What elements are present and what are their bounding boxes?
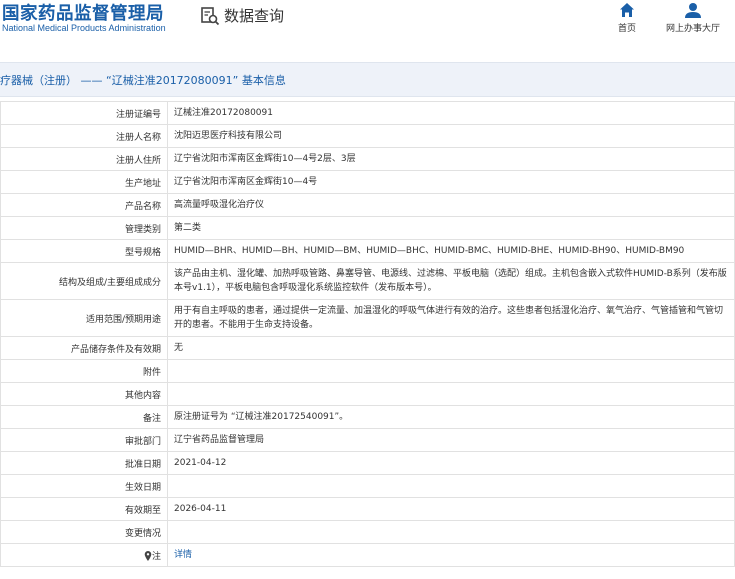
- table-row: 生产地址 辽宁省沈阳市浑南区金辉街10—4号: [0, 170, 735, 194]
- field-label: 变更情况: [0, 520, 168, 544]
- field-value: 辽宁省药品监督管理局: [167, 428, 735, 452]
- field-value: 无: [167, 336, 735, 360]
- logo-title-en[interactable]: National Medical Products Administration: [2, 23, 166, 33]
- field-value: [167, 520, 735, 544]
- field-label: 附件: [0, 359, 168, 383]
- field-label: 结构及组成/主要组成成分: [0, 262, 168, 300]
- field-value: 第二类: [167, 216, 735, 240]
- field-label: 生效日期: [0, 474, 168, 498]
- data-query-heading: 数据查询: [200, 5, 284, 26]
- field-value: [167, 382, 735, 406]
- table-row: 批准日期 2021-04-12: [0, 451, 735, 475]
- table-row: 管理类别 第二类: [0, 216, 735, 240]
- nav-online-office-label: 网上办事大厅: [665, 24, 720, 34]
- table-row: 注 详情: [0, 543, 735, 567]
- field-value: 2026-04-11: [167, 497, 735, 521]
- nav-home[interactable]: 首页: [612, 2, 642, 34]
- field-label: 注册证编号: [0, 101, 168, 125]
- registration-info-table: 注册证编号 辽械注准20172080091 注册人名称 沈阳迈思医疗科技有限公司 注册人…: [0, 101, 735, 567]
- table-row: 其他内容: [0, 382, 735, 406]
- field-value: 辽械注准20172080091: [167, 101, 735, 125]
- field-label: 适用范围/预期用途: [0, 299, 168, 337]
- section-title-bar: 疗器械（注册） —— “辽械注准20172080091” 基本信息: [0, 62, 735, 97]
- table-row: 注册人名称 沈阳迈思医疗科技有限公司: [0, 124, 735, 148]
- field-label: 产品名称: [0, 193, 168, 217]
- field-label: 其他内容: [0, 382, 168, 406]
- field-label: 产品储存条件及有效期: [0, 336, 168, 360]
- data-query-title: 数据查询: [224, 7, 285, 25]
- site-header: 国家药品监督管理局 National Medical Products Admi…: [0, 0, 735, 52]
- field-value: 高流量呼吸湿化治疗仪: [167, 193, 735, 217]
- table-row: 适用范围/预期用途 用于有自主呼吸的患者，通过提供一定流量、加温湿化的呼吸气体进行…: [0, 299, 735, 337]
- table-row: 注册人住所 辽宁省沈阳市浑南区金辉街10—4号2层、3层: [0, 147, 735, 171]
- nav-home-label: 首页: [617, 24, 636, 34]
- field-value: 辽宁省沈阳市浑南区金辉街10—4号: [167, 170, 735, 194]
- field-value: 该产品由主机、湿化罐、加热呼吸管路、鼻塞导管、电源线、过滤棉、平板电脑（选配）组…: [167, 262, 735, 300]
- field-value: 2021-04-12: [167, 451, 735, 475]
- field-value: [167, 359, 735, 383]
- user-icon: [685, 3, 701, 18]
- table-row: 审批部门 辽宁省药品监督管理局: [0, 428, 735, 452]
- search-document-icon: [201, 6, 220, 25]
- table-row: 备注 原注册证号为 “辽械注准20172540091”。: [0, 405, 735, 429]
- field-value: [167, 474, 735, 498]
- field-value: 用于有自主呼吸的患者，通过提供一定流量、加温湿化的呼吸气体进行有效的治疗。这些患…: [167, 299, 735, 337]
- field-label-text: 注: [151, 551, 161, 562]
- field-label: 批准日期: [0, 451, 168, 475]
- field-label: 备注: [0, 405, 168, 429]
- table-row: 产品名称 高流量呼吸湿化治疗仪: [0, 193, 735, 217]
- table-row: 附件: [0, 359, 735, 383]
- pin-icon: [144, 551, 152, 561]
- field-label: 注: [0, 543, 168, 567]
- field-label: 有效期至: [0, 497, 168, 521]
- table-row: 产品储存条件及有效期无: [0, 336, 735, 360]
- table-row: 结构及组成/主要组成成分 该产品由主机、湿化罐、加热呼吸管路、鼻塞导管、电源线、过…: [0, 262, 735, 300]
- nav-online-office[interactable]: 网上办事大厅: [661, 2, 725, 34]
- field-value: 详情: [167, 543, 735, 567]
- table-row: 变更情况: [0, 520, 735, 544]
- section-title: 疗器械（注册） —— “辽械注准20172080091” 基本信息: [0, 74, 286, 87]
- details-link[interactable]: 详情: [174, 550, 192, 560]
- field-label: 型号规格: [0, 239, 168, 263]
- field-value: 沈阳迈思医疗科技有限公司: [167, 124, 735, 148]
- table-row: 型号规格 HUMID—BHR、HUMID—BH、HUMID—BM、HUMID—BH…: [0, 239, 735, 263]
- field-label: 注册人名称: [0, 124, 168, 148]
- field-value: 原注册证号为 “辽械注准20172540091”。: [167, 405, 735, 429]
- table-row: 有效期至 2026-04-11: [0, 497, 735, 521]
- table-row: 生效日期: [0, 474, 735, 498]
- field-label: 注册人住所: [0, 147, 168, 171]
- logo-title-cn[interactable]: 国家药品监督管理局: [2, 0, 164, 25]
- field-label: 管理类别: [0, 216, 168, 240]
- field-value: HUMID—BHR、HUMID—BH、HUMID—BM、HUMID—BHC、HU…: [167, 239, 735, 263]
- field-label: 生产地址: [0, 170, 168, 194]
- table-row: 注册证编号 辽械注准20172080091: [0, 101, 735, 125]
- home-icon: [620, 3, 634, 17]
- field-value: 辽宁省沈阳市浑南区金辉街10—4号2层、3层: [167, 147, 735, 171]
- field-label: 审批部门: [0, 428, 168, 452]
